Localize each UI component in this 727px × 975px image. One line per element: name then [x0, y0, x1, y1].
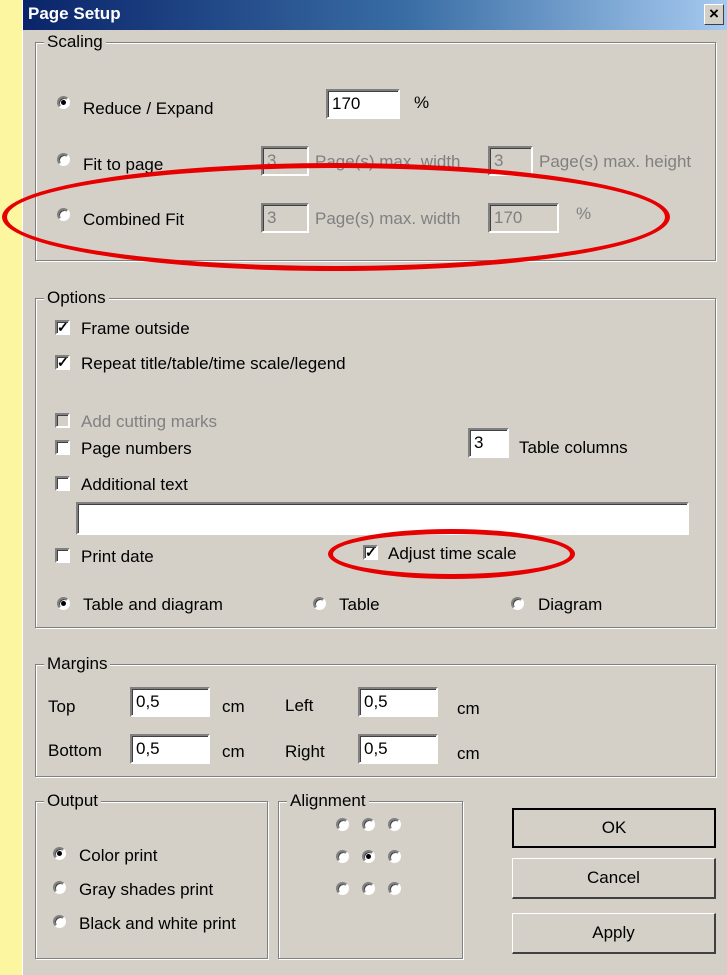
align-bottom-right-radio[interactable]: [388, 882, 401, 895]
reduce-expand-input[interactable]: 170: [326, 89, 400, 119]
diagram-radio[interactable]: [511, 597, 524, 610]
page-setup-dialog: Page Setup × Scaling Reduce / Expand 170…: [22, 0, 727, 975]
repeat-title-checkbox[interactable]: ✓: [55, 355, 70, 370]
gray-shades-label: Gray shades print: [79, 880, 214, 899]
margins-legend: Margins: [44, 654, 111, 674]
align-bottom-center-radio[interactable]: [362, 882, 375, 895]
left-margin-unit: cm: [457, 699, 480, 718]
combined-percent-input[interactable]: 170: [488, 203, 559, 233]
combined-fit-radio[interactable]: [57, 208, 70, 221]
additional-text-label: Additional text: [81, 475, 188, 494]
add-cutting-marks-checkbox[interactable]: [55, 413, 70, 428]
output-legend: Output: [44, 791, 102, 811]
adjust-time-scale-checkbox[interactable]: ✓: [363, 545, 378, 560]
fit-to-page-label: Fit to page: [83, 155, 164, 174]
fit-width-label: Page(s) max. width: [315, 152, 461, 171]
combined-width-input[interactable]: 3: [261, 203, 309, 233]
fit-height-label: Page(s) max. height: [539, 152, 692, 171]
adjust-time-scale-label: Adjust time scale: [388, 544, 517, 563]
page-numbers-label: Page numbers: [81, 439, 192, 458]
apply-button[interactable]: Apply: [512, 913, 716, 954]
repeat-title-label: Repeat title/table/time scale/legend: [81, 354, 346, 373]
right-margin-label: Right: [285, 742, 325, 761]
bottom-margin-input[interactable]: 0,5: [130, 734, 210, 764]
percent-label: %: [414, 93, 430, 112]
table-and-diagram-label: Table and diagram: [83, 595, 223, 614]
right-margin-unit: cm: [457, 744, 480, 763]
print-date-label: Print date: [81, 547, 154, 566]
black-white-radio[interactable]: [53, 915, 66, 928]
table-radio-label: Table: [339, 595, 380, 614]
reduce-expand-label: Reduce / Expand: [83, 99, 214, 118]
frame-outside-label: Frame outside: [81, 319, 190, 338]
scaling-legend: Scaling: [44, 32, 106, 52]
table-radio[interactable]: [313, 597, 326, 610]
combined-percent-label: %: [576, 204, 592, 223]
additional-text-checkbox[interactable]: [55, 476, 70, 491]
align-middle-right-radio[interactable]: [388, 850, 401, 863]
align-middle-left-radio[interactable]: [336, 850, 349, 863]
fit-to-page-radio[interactable]: [57, 153, 70, 166]
fit-height-input[interactable]: 3: [488, 146, 533, 176]
additional-text-input[interactable]: [76, 502, 689, 535]
page-numbers-checkbox[interactable]: [55, 440, 70, 455]
ok-button[interactable]: OK: [512, 808, 716, 848]
close-icon[interactable]: ×: [704, 4, 724, 25]
fit-width-input[interactable]: 3: [261, 146, 309, 176]
title-bar[interactable]: Page Setup ×: [23, 0, 727, 30]
table-columns-label: Table columns: [519, 438, 628, 457]
combined-width-label: Page(s) max. width: [315, 209, 461, 228]
add-cutting-marks-label: Add cutting marks: [81, 412, 218, 431]
frame-outside-checkbox[interactable]: ✓: [55, 320, 70, 335]
gray-shades-radio[interactable]: [53, 881, 66, 894]
align-top-left-radio[interactable]: [336, 818, 349, 831]
top-margin-input[interactable]: 0,5: [130, 687, 210, 717]
black-white-label: Black and white print: [79, 914, 236, 933]
table-and-diagram-radio[interactable]: [57, 597, 70, 610]
table-columns-input[interactable]: 3: [468, 428, 509, 458]
combined-fit-label: Combined Fit: [83, 210, 185, 229]
color-print-radio[interactable]: [53, 847, 66, 860]
window-title: Page Setup: [28, 4, 121, 23]
align-top-right-radio[interactable]: [388, 818, 401, 831]
align-top-center-radio[interactable]: [362, 818, 375, 831]
align-bottom-left-radio[interactable]: [336, 882, 349, 895]
top-margin-label: Top: [48, 697, 76, 716]
right-margin-input[interactable]: 0,5: [358, 734, 438, 764]
top-margin-unit: cm: [222, 697, 245, 716]
color-print-label: Color print: [79, 846, 158, 865]
print-date-checkbox[interactable]: [55, 548, 70, 563]
left-margin-label: Left: [285, 696, 314, 715]
align-center-radio[interactable]: [362, 850, 375, 863]
left-margin-input[interactable]: 0,5: [358, 687, 438, 717]
alignment-legend: Alignment: [287, 791, 369, 811]
diagram-radio-label: Diagram: [538, 595, 603, 614]
options-legend: Options: [44, 288, 109, 308]
bottom-margin-label: Bottom: [48, 741, 102, 760]
reduce-expand-radio[interactable]: [57, 96, 70, 109]
options-group: Options: [35, 288, 716, 628]
cancel-button[interactable]: Cancel: [512, 858, 716, 899]
bottom-margin-unit: cm: [222, 742, 245, 761]
